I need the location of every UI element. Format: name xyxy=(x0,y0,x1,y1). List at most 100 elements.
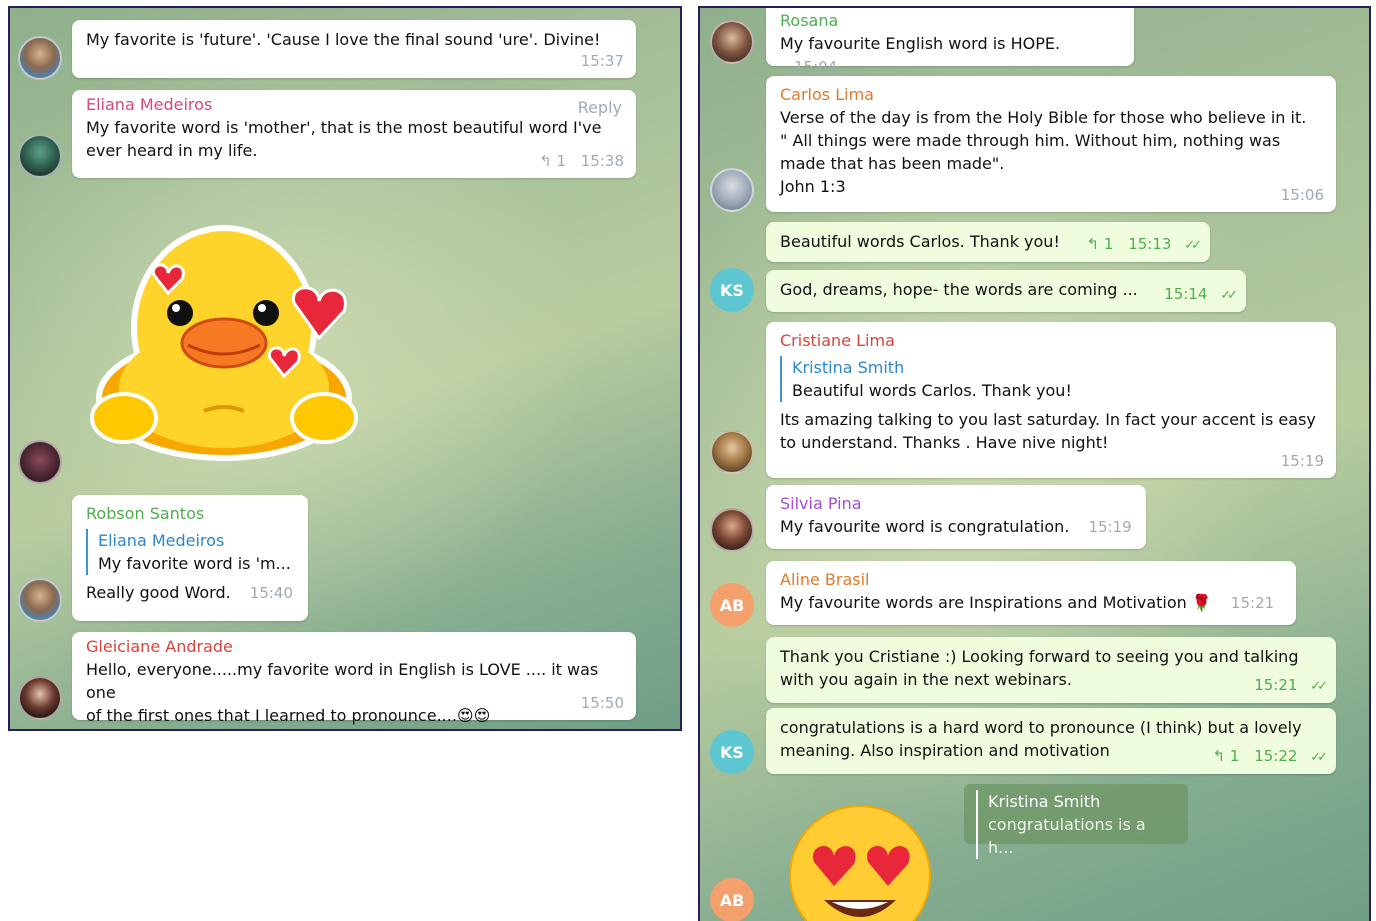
avatar-initials[interactable]: KS xyxy=(710,730,754,774)
avatar-initials[interactable]: AB xyxy=(710,583,754,627)
message-bubble[interactable]: Aline Brasil My favourite words are Insp… xyxy=(766,561,1296,625)
double-check-icon: ✓✓ xyxy=(1310,750,1328,765)
message-bubble[interactable]: My favorite is 'future'. 'Cause I love t… xyxy=(72,20,636,78)
message-time: 15:21 xyxy=(1230,594,1275,612)
message-meta: ↰ 1 15:38 xyxy=(539,150,624,173)
quote-text: Beautiful words Carlos. Thank you! xyxy=(792,381,1072,400)
message-bubble[interactable]: Eliana Medeiros Reply My favorite word i… xyxy=(72,90,636,178)
heart-eyes-emoji: 😍😍 xyxy=(456,706,491,725)
reply-button[interactable]: Reply xyxy=(578,96,622,119)
message-bubble[interactable]: Carlos Lima Verse of the day is from the… xyxy=(766,76,1336,212)
double-check-icon: ✓✓ xyxy=(1184,238,1202,253)
reply-icon: ↰ xyxy=(1212,747,1226,765)
message-text: My favourite words are Inspirations and … xyxy=(780,593,1187,612)
reply-quote[interactable]: Kristina Smith Beautiful words Carlos. T… xyxy=(780,356,1322,402)
message-meta: ↰ 1 15:13 ✓✓ xyxy=(1087,233,1202,257)
message-text: Hello, everyone.....my favorite word in … xyxy=(86,660,599,702)
avatar[interactable] xyxy=(18,36,62,80)
message-time: 15:37 xyxy=(580,52,624,70)
quote-sender: Eliana Medeiros xyxy=(98,531,225,550)
message-text: My favourite word is congratulation. xyxy=(780,517,1070,536)
sender-name[interactable]: Rosana xyxy=(780,10,1120,32)
sender-name[interactable]: Aline Brasil xyxy=(780,569,1282,591)
sender-name[interactable]: Robson Santos xyxy=(86,503,294,525)
message-text: My favorite is 'future'. 'Cause I love t… xyxy=(86,30,601,49)
avatar[interactable] xyxy=(18,578,62,622)
avatar[interactable] xyxy=(18,676,62,720)
reply-count: 1 xyxy=(1229,747,1240,765)
message-line: of the first ones that I learned to pron… xyxy=(86,704,622,727)
message-bubble[interactable]: Beautiful words Carlos. Thank you! ↰ 1 1… xyxy=(766,222,1210,262)
message-text: God, dreams, hope- the words are coming … xyxy=(780,280,1138,299)
sticker-reply-quote[interactable]: Kristina Smith congratulations is a h... xyxy=(964,784,1188,859)
message-text: of the first ones that I learned to pron… xyxy=(86,706,457,725)
message-time: 15:50 xyxy=(580,694,624,712)
message-time: 15:40 xyxy=(249,584,294,602)
message-meta: 15:21 ✓✓ xyxy=(1254,674,1328,698)
avatar[interactable] xyxy=(710,430,754,474)
chat-panel-left[interactable]: My favorite is 'future'. 'Cause I love t… xyxy=(8,6,682,731)
sender-name[interactable]: Cristiane Lima xyxy=(780,330,1322,352)
reply-icon: ↰ xyxy=(539,152,552,170)
reply-count: 1 xyxy=(556,152,566,170)
duck-sticker[interactable] xyxy=(84,213,374,473)
chat-panel-right[interactable]: Rosana My favourite English word is HOPE… xyxy=(698,6,1371,921)
double-check-icon: ✓✓ xyxy=(1220,288,1238,303)
message-text: made that has been made". xyxy=(780,154,1005,173)
avatar[interactable] xyxy=(18,440,62,484)
message-text: congratulations is a hard word to pronou… xyxy=(780,718,1302,737)
message-bubble[interactable]: Cristiane Lima Kristina Smith Beautiful … xyxy=(766,322,1336,478)
quote-text: congratulations is a h... xyxy=(988,815,1146,857)
message-text: John 1:3 xyxy=(780,177,846,196)
message-line: My favourite words are Inspirations and … xyxy=(780,591,1282,615)
heart-eyes-sticker[interactable] xyxy=(788,804,938,921)
message-bubble[interactable]: Gleiciane Andrade Hello, everyone.....my… xyxy=(72,632,636,725)
message-time: 15:13 xyxy=(1128,235,1172,253)
reply-count: 1 xyxy=(1103,235,1114,253)
message-text: My favorite word is 'mother', that is th… xyxy=(86,118,602,137)
message-time: 15:22 xyxy=(1254,747,1298,765)
message-text: with you again in the next webinars. xyxy=(780,670,1072,689)
sender-name[interactable]: Eliana Medeiros xyxy=(86,94,622,116)
message-text: Thank you Cristiane :) Looking forward t… xyxy=(780,647,1299,666)
avatar[interactable] xyxy=(710,20,754,64)
avatar[interactable] xyxy=(710,508,754,552)
double-check-icon: ✓✓ xyxy=(1310,679,1328,694)
message-bubble[interactable]: Rosana My favourite English word is HOPE… xyxy=(766,8,1134,76)
message-text: Verse of the day is from the Holy Bible … xyxy=(780,108,1307,127)
message-meta: ↰ 1 15:22 ✓✓ xyxy=(1212,745,1328,769)
message-text: My favourite English word is HOPE. xyxy=(780,34,1061,53)
message-time: 15:19 xyxy=(1088,518,1132,536)
quote-sender: Kristina Smith xyxy=(988,792,1101,811)
message-time: 15:14 xyxy=(1164,285,1208,303)
message-bubble[interactable]: Robson Santos Eliana Medeiros My favorit… xyxy=(72,495,308,621)
message-text: to understand. Thanks . Have nive night! xyxy=(780,433,1109,452)
message-bubble[interactable]: congratulations is a hard word to pronou… xyxy=(766,708,1336,774)
message-bubble[interactable]: God, dreams, hope- the words are coming … xyxy=(766,270,1246,312)
sender-name[interactable]: Gleiciane Andrade xyxy=(86,636,622,658)
avatar[interactable] xyxy=(18,134,62,178)
avatar[interactable] xyxy=(710,168,754,212)
message-time: 15:06 xyxy=(1280,186,1324,204)
message-text: Its amazing talking to you last saturday… xyxy=(780,410,1316,429)
message-text: Beautiful words Carlos. Thank you! xyxy=(780,232,1060,251)
message-bubble[interactable]: Silvia Pina My favourite word is congrat… xyxy=(766,485,1146,549)
sender-name[interactable]: Silvia Pina xyxy=(780,493,1132,515)
message-line: My favourite English word is HOPE. 15:04 xyxy=(780,32,1120,79)
reply-quote[interactable]: Eliana Medeiros My favorite word is 'm..… xyxy=(86,529,294,575)
message-text: Really good Word. xyxy=(86,583,231,602)
message-time: 15:21 xyxy=(1254,676,1298,694)
message-bubble[interactable]: Thank you Cristiane :) Looking forward t… xyxy=(766,637,1336,703)
message-meta: 15:14 ✓✓ xyxy=(1164,283,1238,307)
message-line: Really good Word. 15:40 xyxy=(86,581,294,605)
message-line: My favourite word is congratulation. 15:… xyxy=(780,515,1132,539)
sender-name[interactable]: Carlos Lima xyxy=(780,84,1322,106)
message-time: 15:04 xyxy=(794,58,838,76)
quote-sender: Kristina Smith xyxy=(792,358,905,377)
rose-emoji: 🌹 xyxy=(1191,593,1212,612)
message-text: " All things were made through him. With… xyxy=(780,131,1281,150)
quote-text: My favorite word is 'm... xyxy=(98,554,291,573)
message-time: 15:38 xyxy=(580,152,624,170)
avatar-initials[interactable]: AB xyxy=(710,878,754,921)
avatar-initials[interactable]: KS xyxy=(710,268,754,312)
